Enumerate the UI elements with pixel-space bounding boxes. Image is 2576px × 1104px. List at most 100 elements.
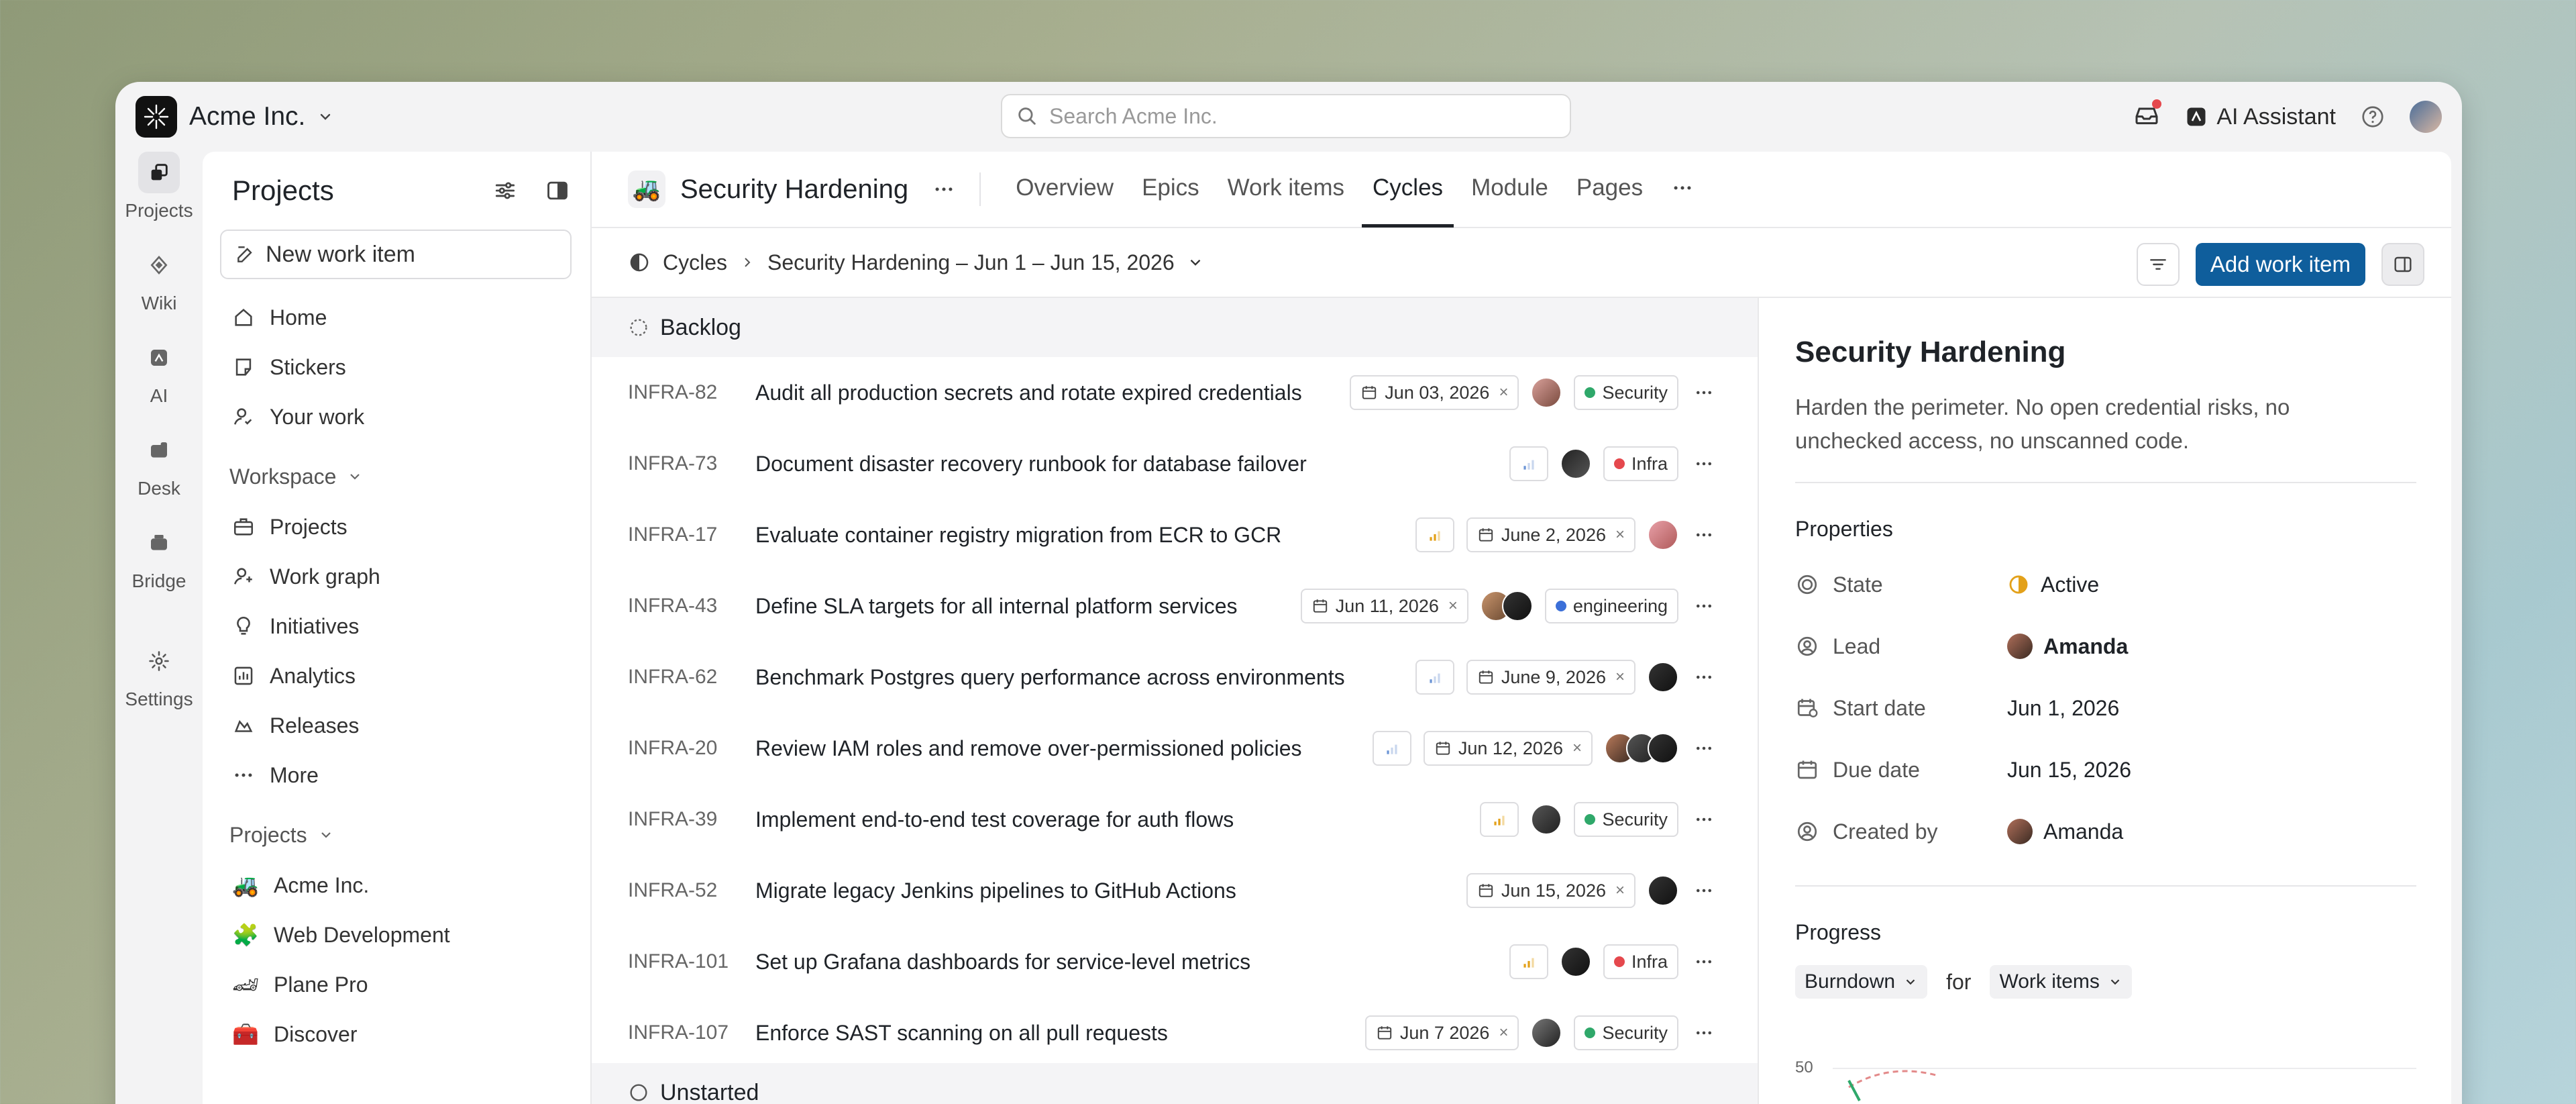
due-date-chip[interactable]: June 2, 2026 ×	[1466, 517, 1635, 552]
label-chip[interactable]: Security	[1574, 375, 1678, 410]
due-date-chip[interactable]: Jun 7 2026 ×	[1364, 1015, 1519, 1050]
work-item-title[interactable]: Audit all production secrets and rotate …	[755, 381, 1302, 405]
metric-select[interactable]: Work items	[1990, 965, 2132, 999]
assignees[interactable]	[1648, 519, 1678, 550]
row-more-icon[interactable]	[1690, 667, 1717, 687]
due-date-chip[interactable]: Jun 11, 2026 ×	[1300, 589, 1468, 623]
assignees[interactable]	[1605, 733, 1678, 764]
rail-item-bridge[interactable]: Bridge	[115, 522, 203, 592]
chevron-down-icon[interactable]	[1187, 254, 1204, 271]
rail-item-settings[interactable]: Settings	[115, 640, 203, 710]
close-icon[interactable]: ×	[1615, 881, 1625, 900]
sidebar-item-your-work[interactable]: Your work	[229, 392, 578, 442]
sidebar-project-acme[interactable]: 🚜 Acme Inc.	[229, 860, 578, 910]
table-row[interactable]: INFRA-20 Review IAM roles and remove over…	[592, 713, 1758, 784]
inbox-button[interactable]	[2133, 99, 2162, 132]
assignees[interactable]	[1531, 1017, 1562, 1048]
priority-medium-icon[interactable]	[1415, 517, 1454, 552]
project-more-icon[interactable]	[932, 178, 955, 201]
table-row[interactable]: INFRA-52 Migrate legacy Jenkins pipelines…	[592, 855, 1758, 926]
tab-cycles[interactable]: Cycles	[1362, 152, 1454, 228]
due-date-chip[interactable]: Jun 12, 2026 ×	[1423, 731, 1593, 766]
table-row[interactable]: INFRA-101 Set up Grafana dashboards for s…	[592, 926, 1758, 997]
sidebar-toggle-icon[interactable]	[545, 178, 570, 203]
label-chip[interactable]: Infra	[1603, 446, 1678, 481]
sidebar-item-initiatives[interactable]: Initiatives	[229, 601, 578, 651]
due-date-chip[interactable]: June 9, 2026 ×	[1466, 660, 1635, 695]
assignees[interactable]	[1531, 804, 1562, 835]
property-created-by[interactable]: Created by Amanda	[1795, 801, 2416, 862]
tab-work-items[interactable]: Work items	[1217, 152, 1355, 228]
tab-pages[interactable]: Pages	[1566, 152, 1654, 228]
work-item-title[interactable]: Document disaster recovery runbook for d…	[755, 452, 1307, 476]
work-item-title[interactable]: Define SLA targets for all internal plat…	[755, 594, 1238, 619]
filter-button[interactable]	[2136, 243, 2180, 286]
projects-section-toggle[interactable]: Projects	[229, 800, 578, 860]
table-row[interactable]: INFRA-39 Implement end-to-end test covera…	[592, 784, 1758, 855]
rail-item-desk[interactable]: Desk	[115, 430, 203, 499]
assignees[interactable]	[1560, 946, 1591, 977]
search-input[interactable]	[1049, 103, 1519, 129]
filter-sliders-icon[interactable]	[492, 178, 518, 203]
work-item-title[interactable]: Review IAM roles and remove over-permiss…	[755, 736, 1302, 761]
row-more-icon[interactable]	[1690, 881, 1717, 901]
close-icon[interactable]: ×	[1448, 597, 1458, 615]
row-more-icon[interactable]	[1690, 952, 1717, 972]
property-state[interactable]: State Active	[1795, 554, 2416, 615]
assignees[interactable]	[1648, 662, 1678, 693]
table-row[interactable]: INFRA-82 Audit all production secrets and…	[592, 357, 1758, 428]
rail-item-projects[interactable]: Projects	[115, 152, 203, 221]
search-bar[interactable]	[1001, 94, 1571, 138]
row-more-icon[interactable]	[1690, 383, 1717, 403]
assignees[interactable]	[1480, 591, 1533, 621]
breadcrumb-cycle-name[interactable]: Security Hardening – Jun 1 – Jun 15, 202…	[767, 250, 1175, 275]
sidebar-project-plane-pro[interactable]: 🏎 Plane Pro	[229, 960, 578, 1009]
group-unstarted[interactable]: Unstarted	[592, 1063, 1758, 1104]
label-chip[interactable]: Security	[1574, 1015, 1678, 1050]
sidebar-item-more[interactable]: More	[229, 750, 578, 800]
tabs-more-button[interactable]	[1660, 152, 1705, 228]
close-icon[interactable]: ×	[1499, 1023, 1508, 1042]
help-icon[interactable]	[2360, 104, 2385, 130]
chart-type-select[interactable]: Burndown	[1795, 965, 1928, 999]
work-item-title[interactable]: Benchmark Postgres query performance acr…	[755, 665, 1345, 690]
label-chip[interactable]: engineering	[1544, 589, 1678, 623]
sidebar-item-work-graph[interactable]: Work graph	[229, 552, 578, 601]
work-item-title[interactable]: Enforce SAST scanning on all pull reques…	[755, 1021, 1168, 1046]
due-date-chip[interactable]: Jun 15, 2026 ×	[1466, 873, 1635, 908]
work-item-title[interactable]: Migrate legacy Jenkins pipelines to GitH…	[755, 879, 1236, 903]
org-switcher[interactable]: Acme Inc.	[136, 95, 333, 138]
user-avatar[interactable]	[2410, 101, 2442, 133]
new-work-item-button[interactable]: New work item	[220, 230, 572, 279]
priority-medium-icon[interactable]	[1509, 944, 1548, 979]
row-more-icon[interactable]	[1690, 738, 1717, 758]
work-item-title[interactable]: Set up Grafana dashboards for service-le…	[755, 950, 1250, 974]
priority-low-icon[interactable]	[1509, 446, 1548, 481]
close-icon[interactable]: ×	[1499, 383, 1508, 402]
sidebar-project-discover[interactable]: 🧰 Discover	[229, 1009, 578, 1059]
label-chip[interactable]: Security	[1574, 802, 1678, 837]
row-more-icon[interactable]	[1690, 1023, 1717, 1043]
rail-item-ai[interactable]: AI	[115, 337, 203, 407]
property-due-date[interactable]: Due date Jun 15, 2026	[1795, 739, 2416, 801]
row-more-icon[interactable]	[1690, 809, 1717, 830]
work-item-title[interactable]: Evaluate container registry migration fr…	[755, 523, 1281, 548]
property-start-date[interactable]: Start date Jun 1, 2026	[1795, 677, 2416, 739]
table-row[interactable]: INFRA-107 Enforce SAST scanning on all pu…	[592, 997, 1758, 1068]
row-more-icon[interactable]	[1690, 596, 1717, 616]
table-row[interactable]: INFRA-17 Evaluate container registry migr…	[592, 499, 1758, 570]
table-row[interactable]: INFRA-43 Define SLA targets for all inter…	[592, 570, 1758, 642]
close-icon[interactable]: ×	[1615, 525, 1625, 544]
sidebar-project-web-development[interactable]: 🧩 Web Development	[229, 910, 578, 960]
priority-low-icon[interactable]	[1372, 731, 1411, 766]
sidebar-item-releases[interactable]: Releases	[229, 701, 578, 750]
breadcrumb-cycles[interactable]: Cycles	[663, 250, 727, 275]
priority-low-icon[interactable]	[1415, 660, 1454, 695]
workspace-section-toggle[interactable]: Workspace	[229, 442, 578, 502]
row-more-icon[interactable]	[1690, 525, 1717, 545]
work-item-title[interactable]: Implement end-to-end test coverage for a…	[755, 807, 1234, 832]
tab-module[interactable]: Module	[1460, 152, 1559, 228]
rail-item-wiki[interactable]: Wiki	[115, 244, 203, 314]
close-icon[interactable]: ×	[1615, 668, 1625, 687]
assignees[interactable]	[1648, 875, 1678, 906]
